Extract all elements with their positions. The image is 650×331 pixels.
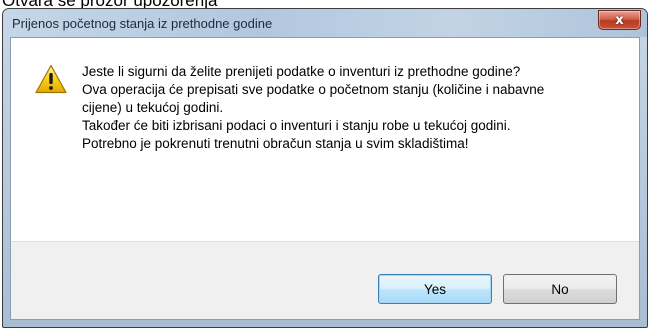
message-line-confirm: Jeste li sigurni da želite prenijeti pod…: [82, 64, 521, 79]
dialog-footer: Yes No: [11, 241, 639, 319]
dialog-title: Prijenos početnog stanja iz prethodne go…: [12, 16, 273, 31]
yes-button[interactable]: Yes: [378, 274, 492, 304]
warning-dialog: Prijenos početnog stanja iz prethodne go…: [2, 8, 648, 328]
close-button[interactable]: x: [598, 10, 641, 30]
dialog-client-area: Jeste li sigurni da želite prenijeti pod…: [10, 37, 640, 320]
warning-icon: [35, 64, 67, 94]
message-line-overwrite: Ova operacija će prepisati sve podatke o…: [82, 82, 545, 115]
close-icon: x: [615, 12, 624, 28]
dialog-titlebar[interactable]: Prijenos početnog stanja iz prethodne go…: [3, 9, 647, 37]
dialog-message: Jeste li sigurni da želite prenijeti pod…: [82, 63, 552, 153]
message-line-delete: Također će biti izbrisani podaci o inven…: [82, 118, 511, 151]
message-area: Jeste li sigurni da želite prenijeti pod…: [11, 38, 639, 241]
no-button[interactable]: No: [503, 274, 617, 304]
